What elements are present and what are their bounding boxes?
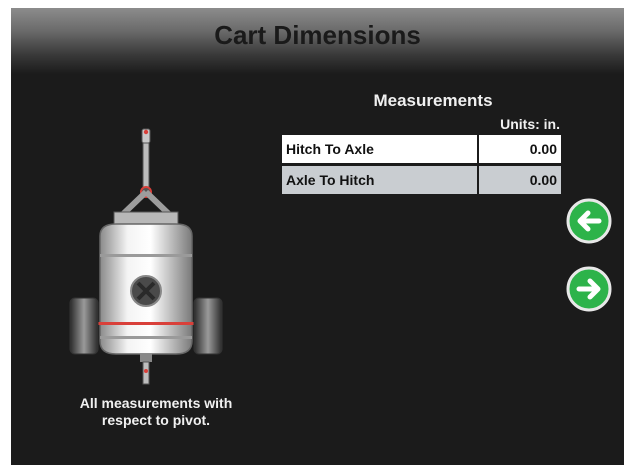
grain-cart-icon [69, 128, 223, 385]
back-button[interactable] [566, 198, 612, 244]
row-label: Hitch To Axle [282, 135, 477, 163]
note-line-1: All measurements with [79, 395, 233, 411]
page-title: Cart Dimensions [214, 20, 421, 50]
pivot-note: All measurements with respect to pivot. [31, 395, 281, 429]
forward-button[interactable] [566, 266, 612, 312]
measurements-table: Hitch To Axle 0.00 Axle To Hitch 0.00 [282, 135, 561, 197]
measurements-title: Measurements [373, 91, 493, 110]
row-value[interactable]: 0.00 [479, 135, 561, 163]
axle-line [86, 322, 206, 325]
units-label: Units: in. [500, 116, 560, 132]
table-row[interactable]: Hitch To Axle 0.00 [282, 135, 561, 163]
table-row[interactable]: Axle To Hitch 0.00 [282, 166, 561, 194]
cart-dimensions-screen: Cart Dimensions Measurements Units: in. … [11, 8, 624, 465]
row-value[interactable]: 0.00 [479, 166, 561, 194]
row-label: Axle To Hitch [282, 166, 477, 194]
header-bar: Cart Dimensions [11, 8, 624, 74]
note-line-2: respect to pivot. [101, 412, 211, 428]
